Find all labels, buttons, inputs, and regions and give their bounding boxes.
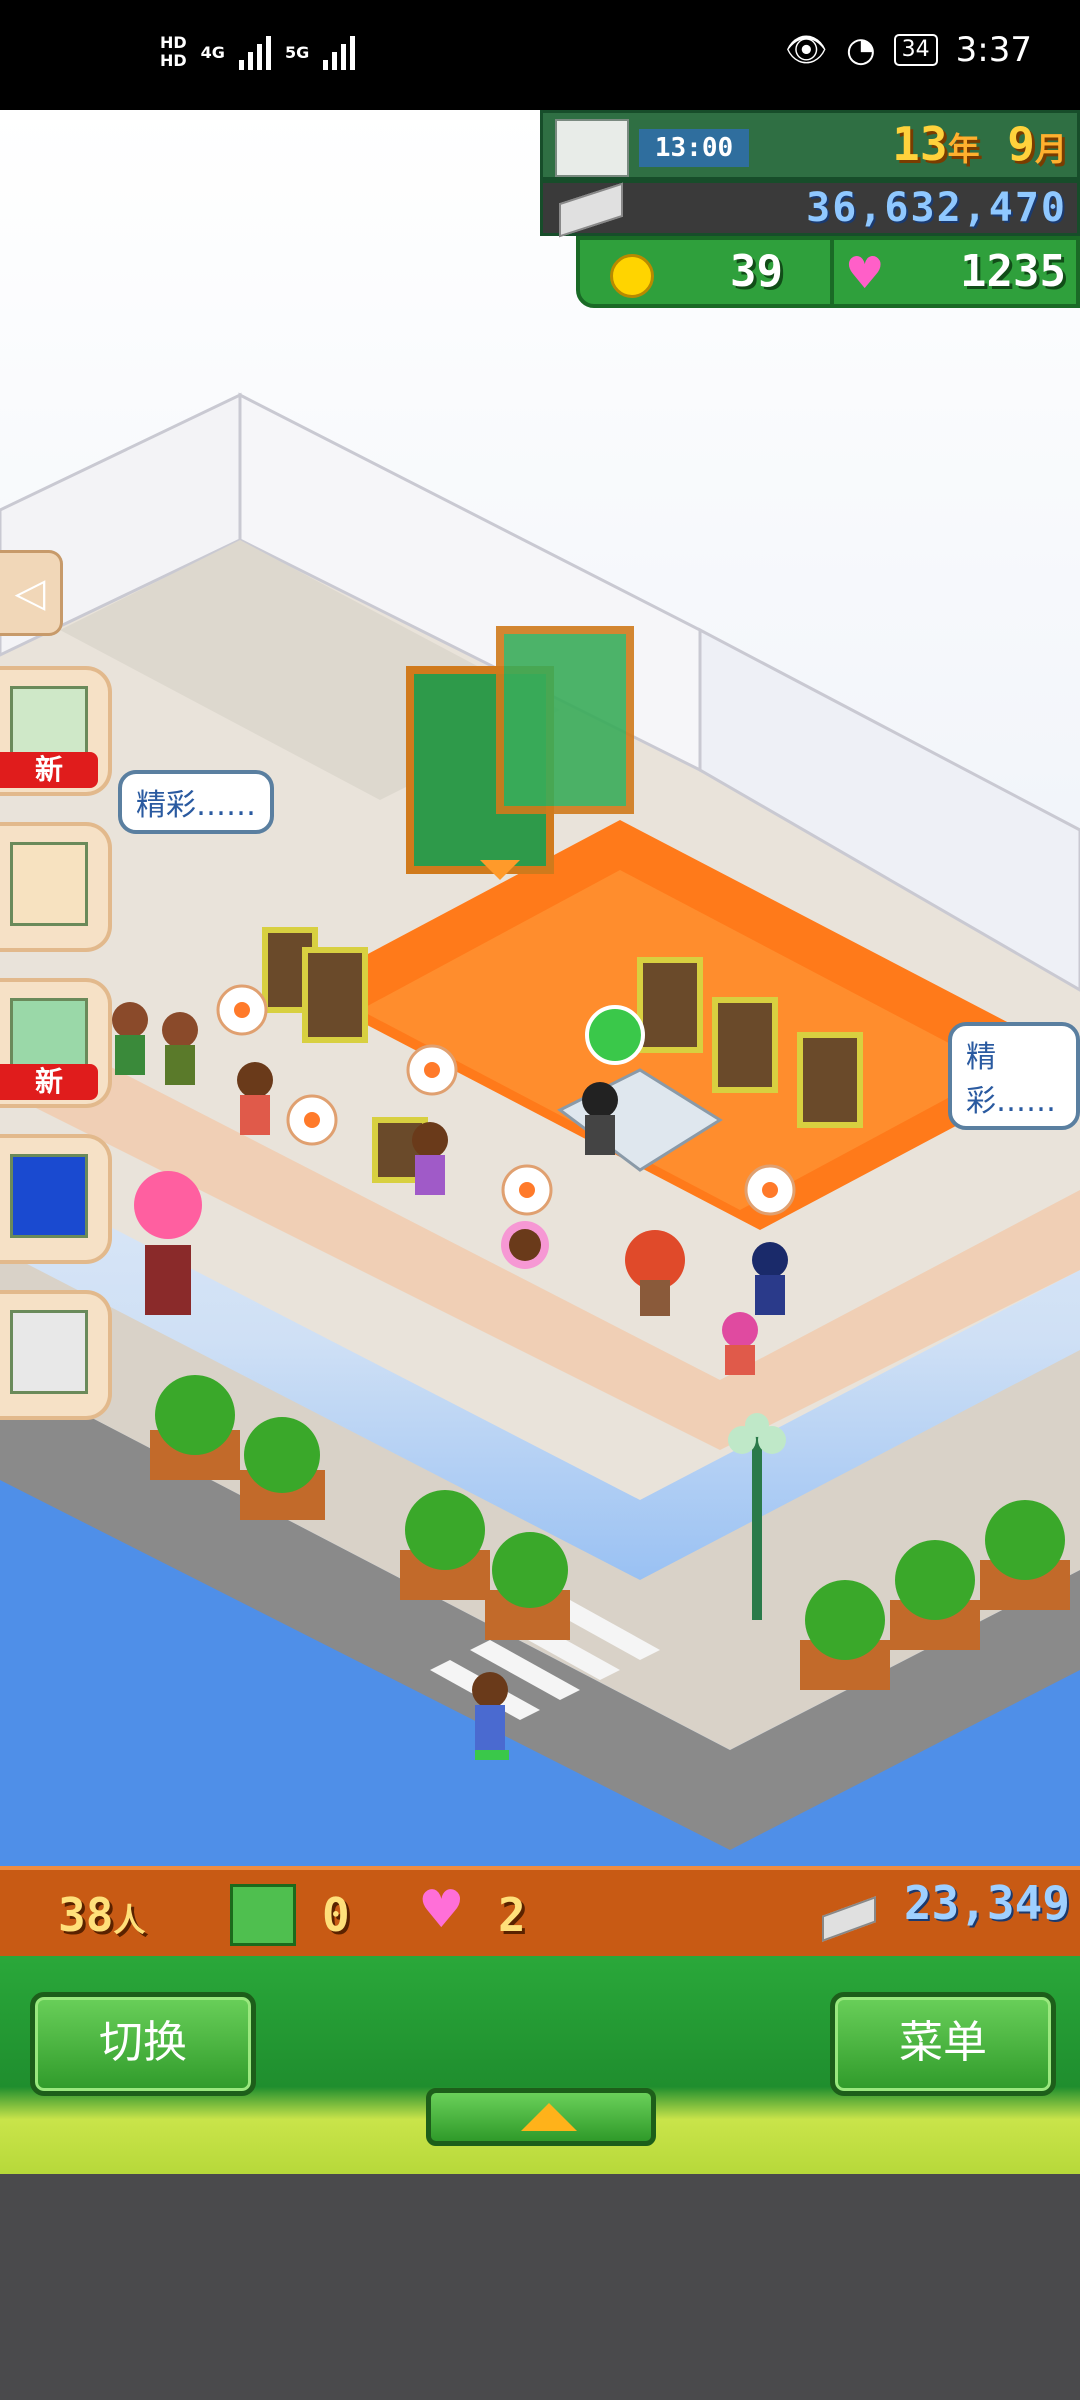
game-date: 13年 9月	[892, 117, 1067, 171]
money-value: 36,632,470	[806, 185, 1067, 231]
network-4g-label: 4G	[200, 42, 225, 62]
like-count: 2	[498, 1888, 526, 1942]
signal-icon	[238, 34, 271, 70]
year-unit: 年	[947, 130, 980, 168]
eye-icon: 👁	[784, 30, 828, 70]
museum-scene[interactable]	[0, 110, 1080, 1866]
clock-icon	[555, 119, 629, 177]
coin-icon	[610, 254, 654, 298]
income-value: 23,349	[903, 1876, 1070, 1930]
heart-value: 1235	[960, 246, 1066, 297]
hud-money-row: 36,632,470	[540, 180, 1080, 238]
gift-icon	[230, 1884, 296, 1946]
year-value: 13	[892, 117, 948, 171]
month-value: 9	[1007, 117, 1035, 171]
menu-button[interactable]: 菜单	[830, 1992, 1056, 2096]
visitor-count-value: 38	[58, 1888, 114, 1942]
hud-divider	[830, 240, 834, 304]
stats-bar: 38人 0 ♥ 2 23,349	[0, 1866, 1080, 1956]
side-button-exhibit[interactable]: 新	[0, 978, 112, 1108]
speech-bubble-right: 精彩……	[948, 1022, 1080, 1130]
network-5g-label: 5G	[284, 42, 310, 62]
battery-level: 34	[893, 34, 938, 66]
staff-avatar-icon	[10, 842, 88, 926]
heart-icon: ♥	[845, 248, 885, 299]
coin-value: 39	[730, 246, 783, 297]
chevron-left-icon[interactable]: ◁	[0, 550, 63, 636]
hd-labels: HD HD	[160, 34, 187, 70]
expand-button[interactable]	[426, 2088, 656, 2146]
side-button-messages[interactable]	[0, 1134, 112, 1264]
computer-icon	[10, 1310, 88, 1394]
resource-hud: 13:00 13年 9月 36,632,470 39 ♥ 1235	[540, 110, 1080, 315]
month-unit: 月	[1034, 130, 1067, 168]
hd1-label: HD	[160, 33, 187, 52]
hud-time-row: 13:00 13年 9月	[540, 110, 1080, 180]
hd2-label: HD	[160, 51, 187, 70]
new-badge: 新	[0, 752, 98, 788]
status-right: 👁 ◔ 34 3:37	[785, 30, 1032, 70]
side-button-computer[interactable]	[0, 1290, 112, 1420]
game-viewport[interactable]: 13:00 13年 9月 36,632,470 39 ♥ 1235 ◁ 新 新	[0, 110, 1080, 1866]
heart-icon-small: ♥	[418, 1880, 465, 1940]
chat-icon	[10, 1154, 88, 1238]
side-button-staff[interactable]	[0, 822, 112, 952]
speech-bubble-left: 精彩……	[118, 770, 274, 834]
control-panel: 切换 菜单	[0, 1956, 1080, 2174]
switch-button[interactable]: 切换	[30, 1992, 256, 2096]
gift-count: 0	[322, 1888, 350, 1942]
visitor-count-unit: 人	[113, 1901, 146, 1939]
game-time: 13:00	[639, 129, 749, 167]
income-icon	[822, 1896, 876, 1942]
speedometer-icon: ◔	[845, 30, 876, 70]
side-button-build[interactable]: 新	[0, 666, 112, 796]
status-bar: HD HD 4G 5G 👁 ◔ 34 3:37	[0, 0, 1080, 110]
new-badge-2: 新	[0, 1064, 98, 1100]
arrow-up-icon	[521, 2103, 577, 2131]
network-indicators: HD HD 4G 5G	[160, 34, 356, 70]
music-note-bubble	[585, 1005, 645, 1065]
hud-points-row: 39 ♥ 1235	[576, 236, 1080, 308]
money-icon	[559, 182, 623, 238]
visitor-count: 38人	[58, 1888, 145, 1942]
signal-icon-2	[323, 34, 356, 70]
clock-time: 3:37	[955, 30, 1032, 70]
